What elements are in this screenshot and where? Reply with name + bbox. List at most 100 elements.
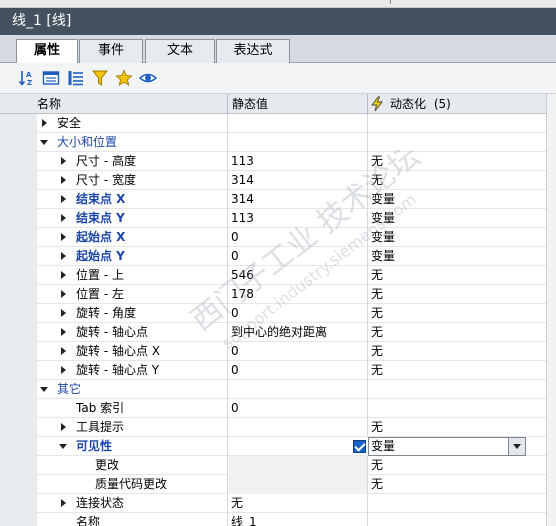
table-row[interactable]: 位置 - 左 178 无 bbox=[0, 285, 556, 304]
preview-eye-icon[interactable] bbox=[139, 69, 157, 87]
row-value[interactable]: 113 bbox=[231, 152, 254, 171]
table-row[interactable]: 尺寸 - 高度 113 无 bbox=[0, 152, 556, 171]
table-row[interactable]: 安全 bbox=[0, 114, 556, 133]
row-dynamic[interactable]: 无 bbox=[371, 304, 383, 323]
row-name: 旋转 - 角度 bbox=[76, 306, 136, 320]
column-header-dynamic-label: 动态化 bbox=[390, 97, 427, 111]
row-value[interactable]: 0 bbox=[231, 361, 239, 380]
row-dynamic[interactable]: 无 bbox=[371, 361, 383, 380]
expand-arrow-icon[interactable] bbox=[61, 214, 66, 222]
table-row[interactable]: 工具提示 无 bbox=[0, 418, 556, 437]
row-value[interactable]: 0 bbox=[231, 399, 239, 418]
table-row[interactable]: 质量代码更改 无 bbox=[0, 475, 556, 494]
favorite-star-icon[interactable] bbox=[115, 69, 133, 87]
row-dynamic[interactable]: 变量 bbox=[371, 190, 395, 209]
table-row[interactable]: 大小和位置 bbox=[0, 133, 556, 152]
row-name: 旋转 - 轴心点 Y bbox=[76, 363, 160, 377]
row-dynamic[interactable]: 无 bbox=[371, 475, 383, 494]
table-row[interactable]: 旋转 - 轴心点 X 0 无 bbox=[0, 342, 556, 361]
expand-arrow-icon[interactable] bbox=[61, 309, 66, 317]
visibility-checkbox[interactable] bbox=[353, 440, 366, 453]
row-name: 起始点 X bbox=[76, 230, 126, 244]
table-row[interactable]: 起始点 X 0 变量 bbox=[0, 228, 556, 247]
row-value[interactable]: 546 bbox=[231, 266, 254, 285]
row-name: 安全 bbox=[57, 116, 82, 130]
row-dynamic[interactable]: 无 bbox=[371, 323, 383, 342]
column-header-static[interactable]: 静态值 bbox=[232, 94, 268, 114]
tab-events[interactable]: 事件 bbox=[79, 39, 143, 63]
table-row[interactable]: 结束点 X 314 变量 bbox=[0, 190, 556, 209]
dynamic-dropdown[interactable]: 变量 bbox=[368, 437, 526, 456]
expand-arrow-icon[interactable] bbox=[61, 347, 66, 355]
row-dynamic[interactable]: 无 bbox=[371, 285, 383, 304]
table-row[interactable]: 更改 无 bbox=[0, 456, 556, 475]
row-name: 质量代码更改 bbox=[95, 477, 168, 491]
tab-properties[interactable]: 属性 bbox=[16, 39, 78, 64]
sort-az-icon[interactable]: A Z bbox=[18, 69, 36, 87]
group-view-icon[interactable] bbox=[42, 69, 60, 87]
table-row[interactable]: 名称 线_1 bbox=[0, 513, 556, 526]
row-value[interactable]: 0 bbox=[231, 228, 239, 247]
row-dynamic[interactable]: 无 bbox=[371, 266, 383, 285]
expand-arrow-icon[interactable] bbox=[61, 366, 66, 374]
list-view-icon[interactable] bbox=[67, 69, 85, 87]
row-value[interactable]: 无 bbox=[231, 494, 243, 513]
row-value[interactable]: 0 bbox=[231, 342, 239, 361]
expand-arrow-icon[interactable] bbox=[61, 157, 66, 165]
expand-arrow-icon[interactable] bbox=[61, 233, 66, 241]
expand-arrow-icon[interactable] bbox=[61, 328, 66, 336]
expand-arrow-icon[interactable] bbox=[61, 499, 66, 507]
row-dynamic[interactable]: 无 bbox=[371, 456, 383, 475]
table-row[interactable]: 旋转 - 轴心点 到中心的绝对距离 无 bbox=[0, 323, 556, 342]
row-dynamic[interactable]: 无 bbox=[371, 342, 383, 361]
chevron-down-icon[interactable] bbox=[508, 438, 525, 455]
row-dynamic[interactable]: 变量 bbox=[371, 247, 395, 266]
row-value[interactable]: 0 bbox=[231, 304, 239, 323]
tab-expressions[interactable]: 表达式 bbox=[216, 39, 290, 63]
row-name: 工具提示 bbox=[76, 420, 125, 434]
expand-arrow-icon[interactable] bbox=[61, 271, 66, 279]
row-name: 尺寸 - 高度 bbox=[76, 154, 136, 168]
row-dynamic[interactable]: 变量 bbox=[371, 209, 395, 228]
dropdown-value: 变量 bbox=[371, 439, 396, 453]
window-title: 线_1 [线] bbox=[0, 8, 556, 35]
table-row[interactable]: Tab 索引 0 bbox=[0, 399, 556, 418]
table-row[interactable]: 旋转 - 轴心点 Y 0 无 bbox=[0, 361, 556, 380]
row-value[interactable]: 178 bbox=[231, 285, 254, 304]
expand-arrow-icon[interactable] bbox=[61, 195, 66, 203]
table-row[interactable]: 其它 bbox=[0, 380, 556, 399]
column-divider[interactable] bbox=[367, 94, 368, 114]
row-value[interactable]: 到中心的绝对距离 bbox=[231, 323, 327, 342]
column-header-name[interactable]: 名称 bbox=[37, 94, 61, 114]
row-value[interactable]: 314 bbox=[231, 171, 254, 190]
row-dynamic[interactable]: 变量 bbox=[371, 228, 395, 247]
svg-text:Z: Z bbox=[27, 79, 32, 87]
vertical-scrollbar[interactable] bbox=[546, 94, 556, 526]
expand-arrow-icon[interactable] bbox=[61, 423, 66, 431]
expand-arrow-icon[interactable] bbox=[61, 252, 66, 260]
table-row[interactable]: 位置 - 上 546 无 bbox=[0, 266, 556, 285]
collapse-arrow-icon[interactable] bbox=[40, 387, 48, 392]
row-value[interactable]: 314 bbox=[231, 190, 254, 209]
table-row[interactable]: 结束点 Y 113 变量 bbox=[0, 209, 556, 228]
expand-arrow-icon[interactable] bbox=[42, 119, 47, 127]
table-row[interactable]: 旋转 - 角度 0 无 bbox=[0, 304, 556, 323]
row-dynamic[interactable]: 无 bbox=[371, 418, 383, 437]
row-value[interactable]: 113 bbox=[231, 209, 254, 228]
tab-texts[interactable]: 文本 bbox=[145, 39, 215, 63]
table-row[interactable]: 起始点 Y 0 变量 bbox=[0, 247, 556, 266]
column-header-dynamic[interactable]: 动态化 (5) bbox=[390, 94, 451, 114]
filter-icon[interactable] bbox=[91, 69, 109, 87]
row-value[interactable]: 0 bbox=[231, 247, 239, 266]
table-row[interactable]: 可见性 变量 bbox=[0, 437, 556, 456]
table-row[interactable]: 连接状态 无 bbox=[0, 494, 556, 513]
row-dynamic[interactable]: 无 bbox=[371, 171, 383, 190]
row-dynamic[interactable]: 无 bbox=[371, 152, 383, 171]
column-divider[interactable] bbox=[227, 94, 228, 114]
collapse-arrow-icon[interactable] bbox=[40, 140, 48, 145]
expand-arrow-icon[interactable] bbox=[61, 290, 66, 298]
expand-arrow-icon[interactable] bbox=[61, 176, 66, 184]
row-value[interactable]: 线_1 bbox=[231, 513, 257, 526]
table-row[interactable]: 尺寸 - 宽度 314 无 bbox=[0, 171, 556, 190]
collapse-arrow-icon[interactable] bbox=[59, 444, 67, 449]
